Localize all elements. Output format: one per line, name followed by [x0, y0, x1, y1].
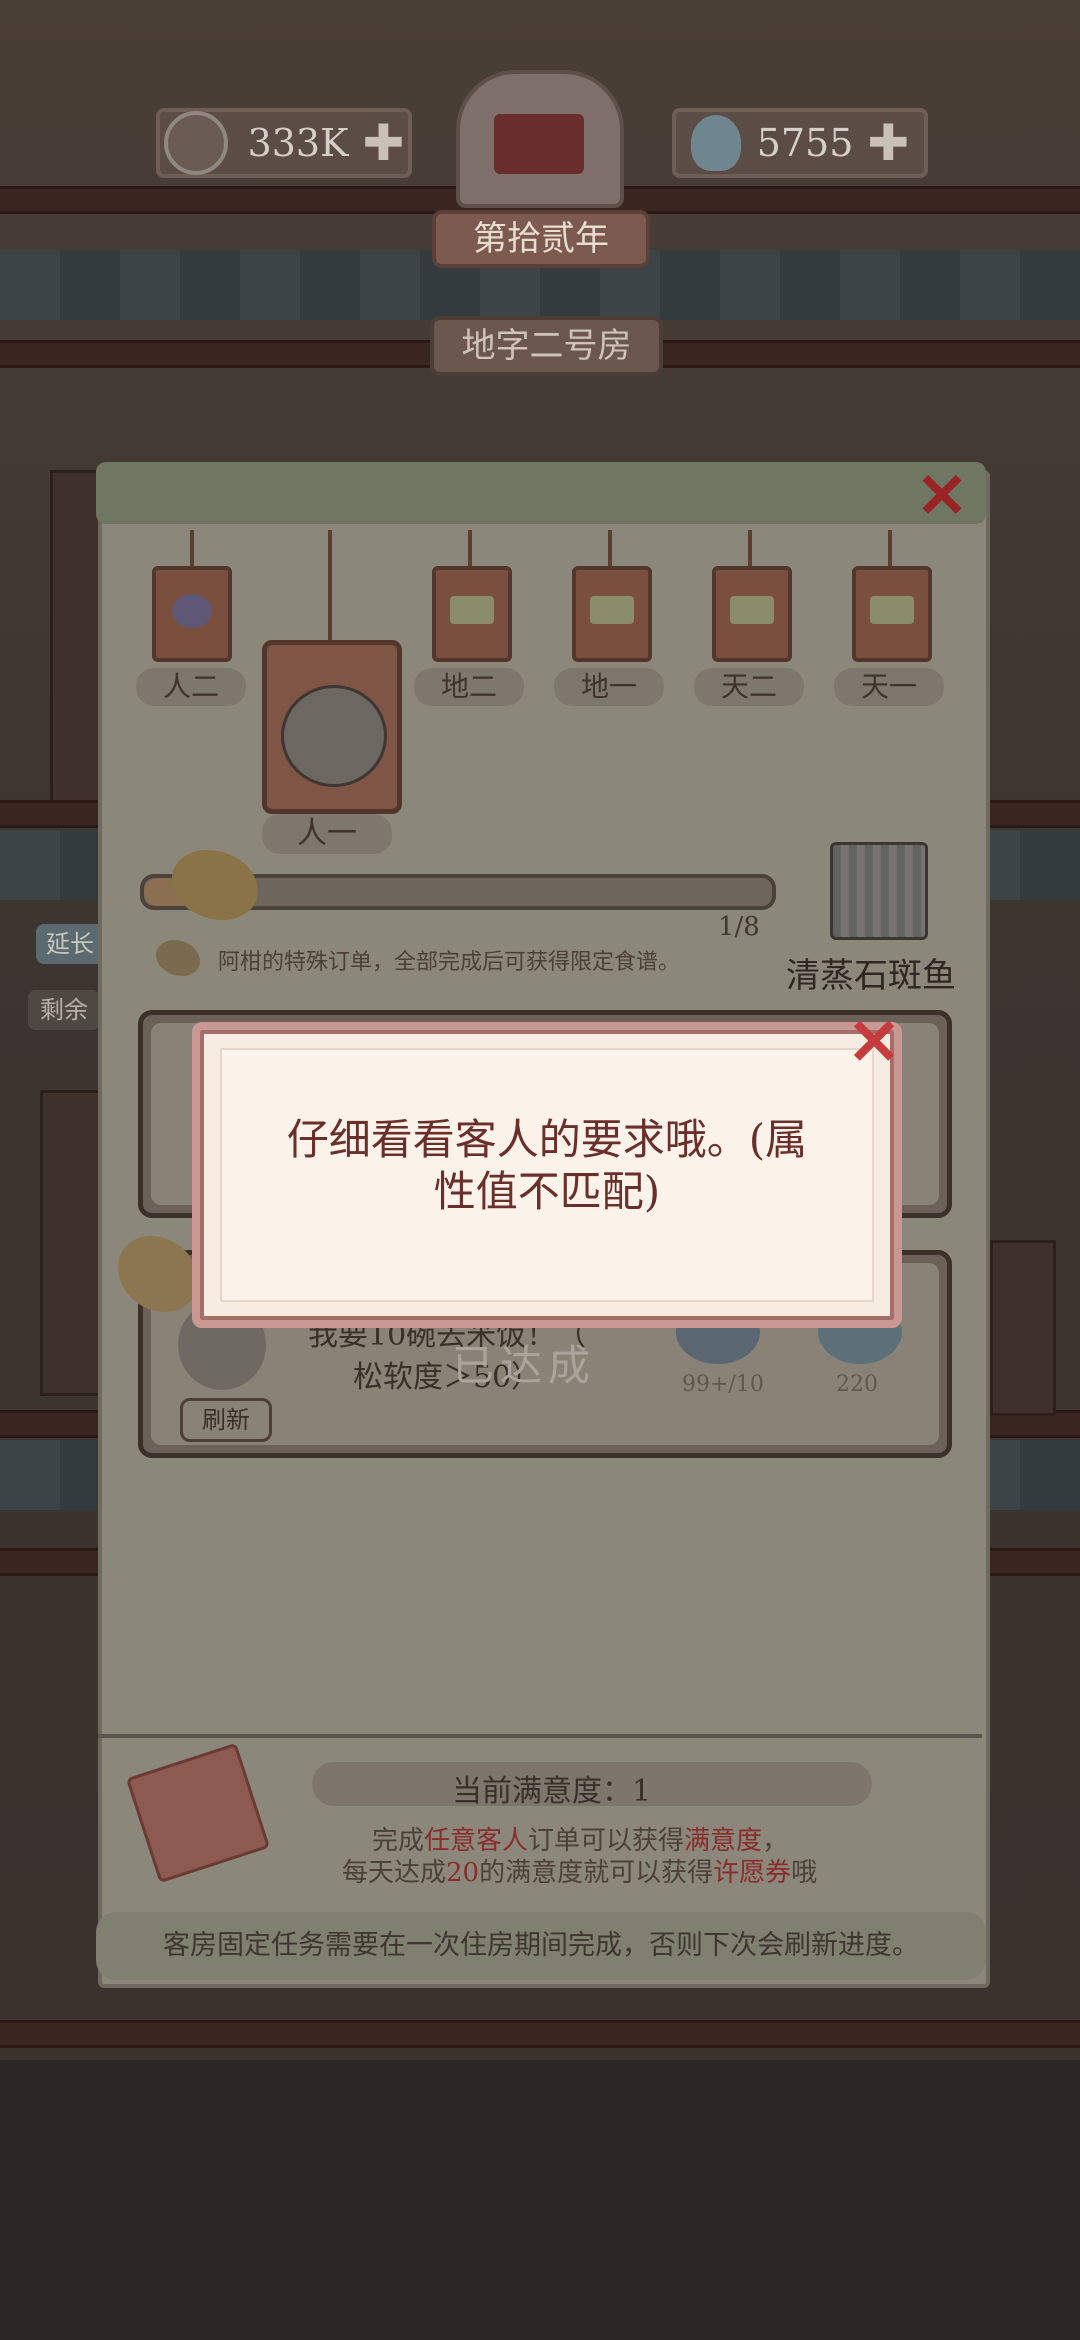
dialog-message: 仔细看看客人的要求哦。(属 性值不匹配): [252, 1114, 842, 1218]
refresh-button[interactable]: 刷新: [180, 1398, 272, 1442]
tag-string: [468, 530, 472, 570]
tag-label: 人二: [136, 668, 246, 706]
tag-label: 天二: [694, 668, 804, 706]
dialog-message-line2: 性值不匹配): [433, 1167, 661, 1216]
tag-di-yi[interactable]: [572, 566, 652, 662]
room-title: 地字二号房: [430, 316, 663, 376]
dialog-message-line1: 仔细看看客人的要求哦。(属: [286, 1115, 808, 1164]
extend-label[interactable]: 延长: [36, 924, 104, 964]
pavilion-icon: [494, 114, 584, 174]
tag-label: 地二: [414, 668, 524, 706]
tag-string: [608, 530, 612, 570]
background-table: [990, 1240, 1056, 1416]
water-drop-icon: [690, 115, 741, 171]
background-floor-beam: [0, 2020, 1080, 2048]
tag-di-er[interactable]: [432, 566, 512, 662]
tag-tian-yi[interactable]: [852, 566, 932, 662]
tag-string: [190, 530, 194, 570]
add-gems-icon[interactable]: ✚: [867, 114, 909, 172]
coin-bar[interactable]: 333K ✚: [156, 108, 412, 178]
locked-tray-icon: [730, 596, 774, 624]
bottom-empty-area: [0, 2060, 1080, 2340]
tag-ren-yi-selected[interactable]: [262, 640, 402, 814]
tag-ren-er[interactable]: [152, 566, 232, 662]
current-satisfaction: 当前满意度：1: [452, 1774, 652, 1809]
tag-string: [888, 530, 892, 570]
locked-tray-icon: [590, 596, 634, 624]
tag-string: [748, 530, 752, 570]
selected-tag-label: 人一: [262, 814, 392, 854]
add-coins-icon[interactable]: ✚: [363, 114, 405, 172]
locked-tray-icon: [450, 596, 494, 624]
background-cabinet: [40, 1090, 101, 1396]
locked-tray-icon: [870, 596, 914, 624]
recipe-scroll-icon[interactable]: [830, 842, 928, 940]
tag-label: 地一: [554, 668, 664, 706]
coin-count: 333K: [247, 121, 349, 165]
town-emblem[interactable]: [456, 70, 624, 208]
panel-divider: [98, 1734, 982, 1738]
rice-bowl-count: 99+/10: [682, 1372, 764, 1397]
tag-tian-er[interactable]: [712, 566, 792, 662]
panel-header-scroll: [96, 462, 986, 524]
dialog-close-icon[interactable]: ✕: [842, 1011, 906, 1075]
dumpling-icon: [172, 594, 212, 628]
guest-portrait-icon: [281, 685, 387, 787]
tag-label: 天一: [834, 668, 944, 706]
gem-bar[interactable]: 5755 ✚: [672, 108, 928, 178]
gem-count: 5755: [756, 121, 854, 165]
satisfaction-rule-line2: 每天达成20的满意度就可以获得许愿券哦: [342, 1858, 818, 1888]
recipe-name: 清蒸石斑鱼: [786, 956, 956, 996]
tag-string: [328, 530, 332, 640]
reward-count: 220: [836, 1372, 878, 1397]
remaining-label: 剩余: [28, 990, 100, 1030]
panel-close-icon[interactable]: ✕: [912, 465, 972, 527]
year-badge: 第拾贰年: [432, 210, 650, 268]
special-order-hint: 阿柑的特殊订单，全部完成后可获得限定食谱。: [218, 950, 681, 975]
order-achieved-stamp: 已达成: [452, 1341, 597, 1390]
room-task-note: 客房固定任务需要在一次住房期间完成，否则下次会刷新进度。: [96, 1912, 986, 1980]
progress-count: 1/8: [718, 912, 760, 942]
coin-icon: [163, 111, 228, 175]
